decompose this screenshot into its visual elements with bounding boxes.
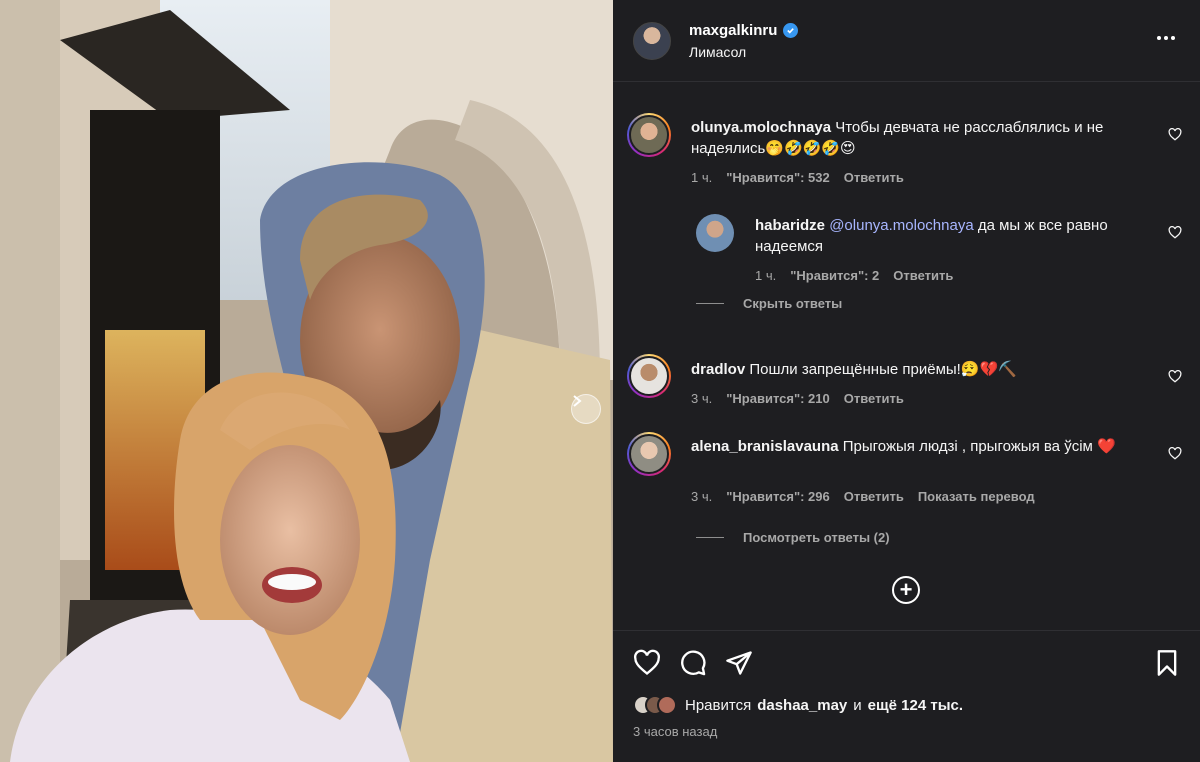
like-heart-icon[interactable]: [633, 649, 661, 677]
likes-count[interactable]: ещё 124 тыс.: [868, 697, 963, 714]
likes-summary: Нравится dashaa_may и ещё 124 тыс.: [633, 695, 963, 715]
thread-divider: [696, 303, 724, 304]
comment-meta: 3 ч. "Нравится": 210 Ответить: [691, 391, 904, 406]
verified-badge-icon: [783, 23, 799, 38]
comment-likes-count[interactable]: "Нравится": 2: [790, 268, 879, 283]
author-username[interactable]: maxgalkinru: [689, 22, 777, 39]
hide-replies-button[interactable]: Скрыть ответы: [743, 296, 842, 311]
comment-bubble-icon[interactable]: [679, 649, 707, 677]
post-actions: Нравится dashaa_may и ещё 124 тыс. 3 час…: [613, 630, 1200, 762]
comment-avatar[interactable]: [627, 113, 671, 157]
liker-avatars[interactable]: [633, 695, 677, 715]
comments-panel: maxgalkinru Лимасол olunya.molochnaya Чт…: [613, 0, 1200, 762]
comment-likes-count[interactable]: "Нравится": 532: [726, 170, 830, 185]
photo-illustration: [0, 0, 613, 762]
likes-prefix: Нравится: [685, 696, 752, 714]
comment-username[interactable]: dradlov: [691, 361, 745, 378]
chevron-right-icon: [573, 395, 582, 407]
comment-likes-count[interactable]: "Нравится": 210: [726, 391, 830, 406]
liker-username[interactable]: dashaa_may: [757, 697, 847, 714]
comment-time: 3 ч.: [691, 489, 713, 504]
load-more-comments-icon[interactable]: +: [892, 576, 920, 604]
reply-button[interactable]: Ответить: [844, 489, 904, 504]
like-comment-heart-icon[interactable]: [1168, 447, 1182, 460]
comment-mention[interactable]: @olunya.molochnaya: [829, 217, 973, 234]
comment-text: Пошли запрещённые приёмы!😮‍💨💔⛏️: [749, 361, 1017, 378]
like-comment-heart-icon[interactable]: [1168, 370, 1182, 383]
author-avatar[interactable]: [633, 22, 671, 60]
more-options-icon[interactable]: [1153, 28, 1179, 48]
comment-time: 1 ч.: [691, 170, 713, 185]
save-bookmark-icon[interactable]: [1153, 649, 1181, 677]
reply-button[interactable]: Ответить: [844, 170, 904, 185]
comment-avatar[interactable]: [696, 214, 734, 252]
comment-avatar[interactable]: [627, 432, 671, 476]
share-send-icon[interactable]: [725, 649, 753, 677]
post-timestamp[interactable]: 3 часов назад: [633, 724, 717, 739]
like-comment-heart-icon[interactable]: [1168, 226, 1182, 239]
reply-button[interactable]: Ответить: [893, 268, 953, 283]
reply-button[interactable]: Ответить: [844, 391, 904, 406]
thread-divider: [696, 537, 724, 538]
post-photo[interactable]: [0, 0, 613, 762]
comment-meta: 3 ч. "Нравится": 296 Ответить Показать п…: [691, 489, 1035, 504]
view-replies-button[interactable]: Посмотреть ответы (2): [743, 530, 890, 545]
comment-meta: 1 ч. "Нравится": 532 Ответить: [691, 170, 904, 185]
post-location[interactable]: Лимасол: [689, 44, 746, 60]
comment-username[interactable]: olunya.molochnaya: [691, 119, 831, 136]
likes-and: и: [853, 696, 862, 714]
author-row: maxgalkinru: [689, 22, 799, 39]
like-comment-heart-icon[interactable]: [1168, 128, 1182, 141]
comment-avatar[interactable]: [627, 354, 671, 398]
comment-username[interactable]: alena_branislavauna: [691, 438, 839, 455]
post-header: maxgalkinru Лимасол: [613, 0, 1200, 82]
comment-meta: 1 ч. "Нравится": 2 Ответить: [755, 268, 953, 283]
comment-body: alena_branislavauna Прыгожыя людзі , пры…: [691, 436, 1161, 457]
comment-time: 1 ч.: [755, 268, 777, 283]
comment-body: habaridze @olunya.molochnaya да мы ж все…: [755, 215, 1155, 257]
comment-body: dradlov Пошли запрещённые приёмы!😮‍💨💔⛏️: [691, 359, 1161, 380]
comment-username[interactable]: habaridze: [755, 217, 825, 234]
comment-likes-count[interactable]: "Нравится": 296: [726, 489, 830, 504]
comment-body: olunya.molochnaya Чтобы девчата не рассл…: [691, 117, 1161, 159]
show-translation-button[interactable]: Показать перевод: [918, 489, 1035, 504]
carousel-next-button[interactable]: [571, 394, 601, 424]
comment-time: 3 ч.: [691, 391, 713, 406]
post-modal: maxgalkinru Лимасол olunya.molochnaya Чт…: [0, 0, 1200, 762]
comment-text: Прыгожыя людзі , прыгожыя ва ўсім ❤️: [842, 438, 1116, 455]
